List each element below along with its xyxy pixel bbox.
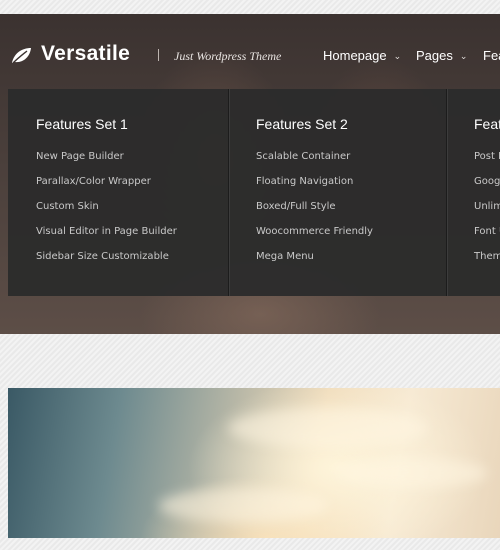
column-title: Features Set 2 xyxy=(256,116,348,132)
menu-item[interactable]: Boxed/Full Style xyxy=(256,201,373,226)
menu-item[interactable]: Floating Navigation xyxy=(256,176,373,201)
nav-item-label: Homepage xyxy=(323,48,387,63)
menu-item[interactable]: Unlim xyxy=(474,201,500,226)
mega-menu: Features Set 1 New Page Builder Parallax… xyxy=(8,89,500,296)
mega-menu-column-2: Features Set 2 Scalable Container Floati… xyxy=(228,89,446,296)
nav-item-features[interactable]: Fea xyxy=(483,48,500,63)
hero-header: Versatile Just Wordpress Theme Homepage ⌄… xyxy=(0,14,500,334)
chevron-down-icon: ⌄ xyxy=(393,51,402,61)
nav-item-homepage[interactable]: Homepage ⌄ xyxy=(323,48,401,63)
menu-item[interactable]: Font U xyxy=(474,226,500,251)
leaf-icon xyxy=(12,48,31,64)
menu-item[interactable]: Sidebar Size Customizable xyxy=(36,251,177,276)
tagline-divider xyxy=(158,49,159,61)
cloud-shape xyxy=(338,458,488,488)
mega-menu-column-1: Features Set 1 New Page Builder Parallax… xyxy=(8,89,228,296)
menu-item[interactable]: Scalable Container xyxy=(256,151,373,176)
nav-item-label: Pages xyxy=(416,48,453,63)
cloud-shape xyxy=(158,488,328,523)
site-tagline: Just Wordpress Theme xyxy=(174,49,282,63)
menu-item[interactable]: Post F xyxy=(474,151,500,176)
menu-item[interactable]: Googl xyxy=(474,176,500,201)
chevron-down-icon: ⌄ xyxy=(459,51,468,61)
mega-menu-column-3: Feat Post F Googl Unlim Font U Them xyxy=(446,89,500,296)
menu-item[interactable]: Parallax/Color Wrapper xyxy=(36,176,177,201)
nav-item-pages[interactable]: Pages ⌄ xyxy=(416,48,467,63)
nav-item-label: Fea xyxy=(483,48,500,63)
site-logo[interactable]: Versatile xyxy=(41,42,130,66)
column-list: New Page Builder Parallax/Color Wrapper … xyxy=(36,151,177,276)
sky-photo xyxy=(8,388,500,538)
menu-item[interactable]: New Page Builder xyxy=(36,151,177,176)
column-title: Feat xyxy=(474,116,500,132)
menu-item[interactable]: Visual Editor in Page Builder xyxy=(36,226,177,251)
menu-item[interactable]: Mega Menu xyxy=(256,251,373,276)
column-list: Post F Googl Unlim Font U Them xyxy=(474,151,500,276)
column-list: Scalable Container Floating Navigation B… xyxy=(256,151,373,276)
menu-item[interactable]: Custom Skin xyxy=(36,201,177,226)
menu-item[interactable]: Woocommerce Friendly xyxy=(256,226,373,251)
menu-item[interactable]: Them xyxy=(474,251,500,276)
cloud-shape xyxy=(228,408,428,448)
column-title: Features Set 1 xyxy=(36,116,128,132)
